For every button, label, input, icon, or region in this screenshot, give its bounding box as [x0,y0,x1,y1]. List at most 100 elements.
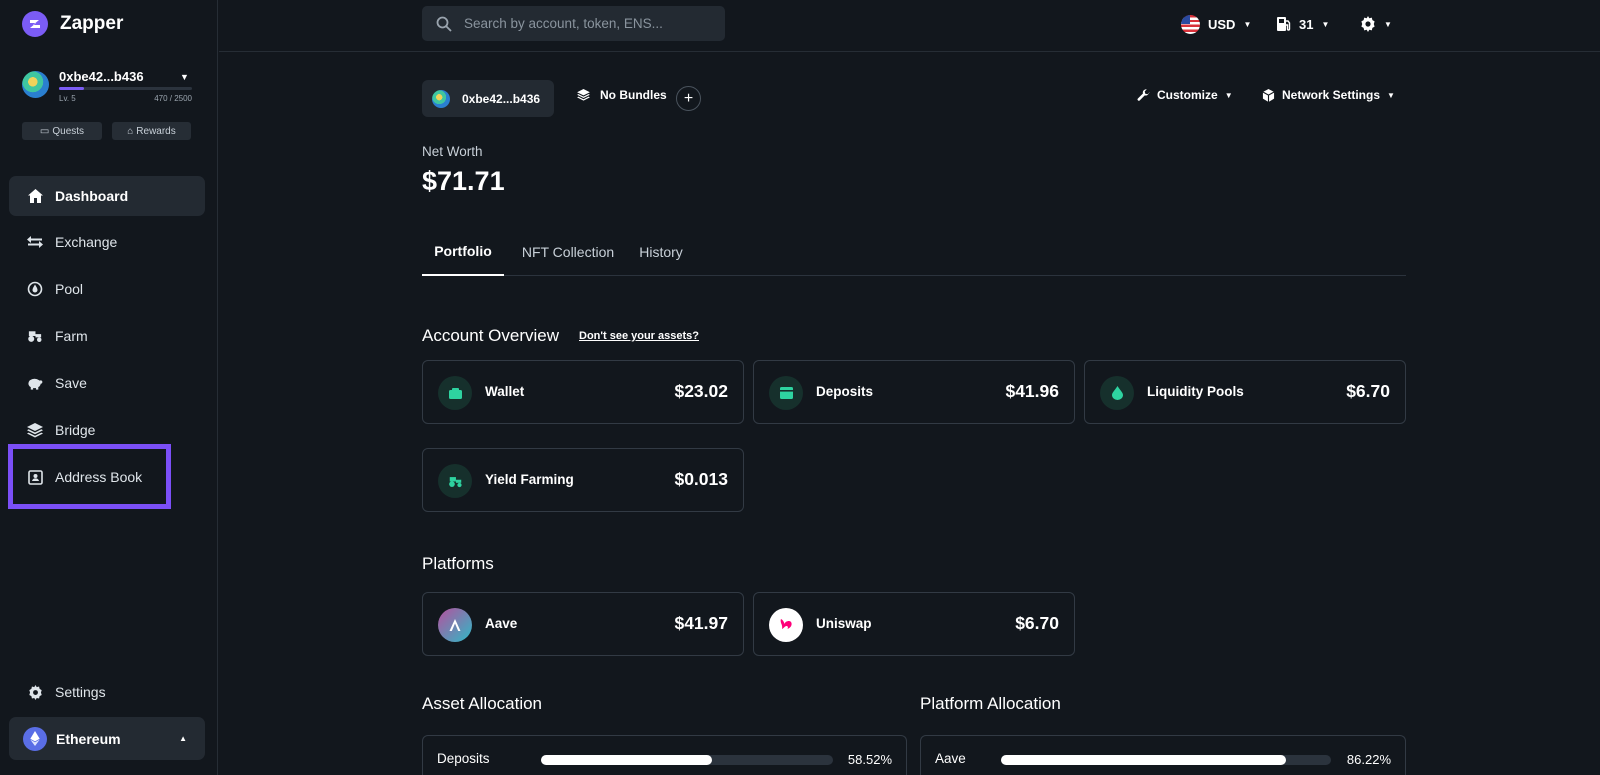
wallet-icon [438,376,472,410]
card-value: $23.02 [674,381,728,401]
gear-icon [27,684,43,700]
card-value: $6.70 [1015,613,1059,633]
allocation-bar [541,755,833,765]
chevron-up-icon: ▲ [179,734,187,743]
allocation-bar [1001,755,1331,765]
add-bundle-button[interactable]: + [676,86,701,111]
chevron-down-icon: ▼ [1387,90,1395,100]
sidebar-item-pool[interactable]: Pool [9,269,205,309]
allocation-percent: 86.22% [1346,752,1391,767]
bundles-selector[interactable]: No Bundles [577,88,667,102]
currency-selector[interactable]: USD ▼ [1181,12,1251,36]
tab-nft-collection[interactable]: NFT Collection [518,228,618,276]
sidebar-item-label: Dashboard [55,188,129,204]
sidebar-item-label: Exchange [55,234,118,250]
swap-arrows-icon [27,234,43,250]
sidebar: Zapper 0xbe42...b436 ▼ Lv. 5 470 / 2500 … [0,0,218,775]
overview-card-liquidity-pools[interactable]: Liquidity Pools $6.70 [1084,360,1406,424]
gas-price-selector[interactable]: 31 ▼ [1276,12,1329,36]
gear-icon [1360,16,1376,32]
search-input[interactable]: Search by account, token, ENS... [464,16,663,31]
gas-price: 31 [1299,16,1314,32]
sidebar-item-label: Farm [55,328,88,344]
piggy-bank-icon [27,375,43,391]
search-bar[interactable]: Search by account, token, ENS... [422,6,725,41]
network-settings-label: Network Settings [1282,88,1381,102]
overview-card-deposits[interactable]: Deposits $41.96 [753,360,1075,424]
overview-card-yield-farming[interactable]: Yield Farming $0.013 [422,448,744,512]
tab-history[interactable]: History [635,228,687,276]
overview-card-wallet[interactable]: Wallet $23.02 [422,360,744,424]
home-icon [27,188,43,204]
currency-label: USD [1208,16,1236,32]
wallet-chip-address: 0xbe42...b436 [462,91,541,106]
tab-portfolio[interactable]: Portfolio [422,228,504,276]
card-value: $41.97 [674,613,728,633]
sidebar-item-dashboard[interactable]: Dashboard [9,176,205,216]
platform-card-uniswap[interactable]: Uniswap $6.70 [753,592,1075,656]
allocation-bar-fill [541,755,712,765]
account-level: Lv. 5 [59,94,76,103]
card-value: $6.70 [1346,381,1390,401]
card-value: $41.96 [1005,381,1059,401]
platform-allocation-title: Platform Allocation [920,694,1061,713]
net-worth-label: Net Worth [422,144,483,159]
tractor-icon [438,464,472,498]
asset-allocation-title: Asset Allocation [422,694,543,713]
card-label: Aave [485,616,518,631]
bundles-label: No Bundles [600,88,667,102]
platform-card-aave[interactable]: Aave $41.97 [422,592,744,656]
sidebar-item-label: Settings [55,684,106,700]
sidebar-item-label: Bridge [55,422,96,438]
platform-allocation-card: Aave 86.22% [920,735,1406,775]
us-flag-icon [1181,14,1200,34]
card-label: Deposits [816,384,874,399]
topbar: Search by account, token, ENS... USD ▼ 3… [219,0,1600,52]
cube-icon [1262,88,1275,102]
portfolio-tabs: Portfolio NFT Collection History [422,228,1406,276]
layers-icon [27,422,43,438]
network-settings-button[interactable]: Network Settings ▼ [1262,88,1395,102]
chevron-down-icon: ▼ [1321,19,1330,29]
sidebar-item-exchange[interactable]: Exchange [9,222,205,262]
allocation-label: Deposits [437,751,490,766]
customize-label: Customize [1157,88,1218,102]
sidebar-item-settings[interactable]: Settings [9,672,205,712]
asset-allocation-card: Deposits 58.52% [422,735,907,775]
allocation-percent: 58.52% [847,752,892,767]
sidebar-item-save[interactable]: Save [9,363,205,403]
avatar [432,89,450,108]
rewards-label: Rewards [136,125,176,137]
brand-name: Zapper [60,13,124,34]
plus-icon: + [683,89,694,107]
gift-icon: ⌂ [127,125,134,137]
platforms-title: Platforms [422,554,494,573]
account-overview-title: Account Overview [422,326,559,345]
wallet-chip[interactable]: 0xbe42...b436 [422,80,554,117]
settings-menu-button[interactable]: ▼ [1360,12,1392,36]
net-worth-value: $71.71 [422,166,505,196]
wrench-icon [1137,88,1150,102]
address-book-highlight-box [8,444,171,509]
quests-button[interactable]: ▭ Quests [22,122,102,140]
fuel-pump-icon [1276,16,1291,32]
customize-button[interactable]: Customize ▼ [1137,88,1233,102]
uniswap-logo-icon [769,608,803,642]
account-xp: 470 / 2500 [154,94,192,103]
allocation-label: Aave [935,751,966,766]
card-label: Uniswap [816,616,872,631]
drop-icon [1100,376,1134,410]
aave-logo-icon [438,608,472,642]
search-icon [436,16,452,32]
brand[interactable]: Zapper [22,11,123,37]
rewards-button[interactable]: ⌂ Rewards [112,122,191,140]
sidebar-item-label: Save [55,375,87,391]
sidebar-item-farm[interactable]: Farm [9,316,205,356]
network-selector[interactable]: Ethereum ▲ [9,717,205,760]
dont-see-assets-link[interactable]: Don't see your assets? [579,330,699,342]
chevron-down-icon: ▼ [1384,19,1392,29]
account-switcher[interactable]: 0xbe42...b436 ▼ Lv. 5 470 / 2500 [22,68,192,106]
bank-icon [769,376,803,410]
zapper-logo-icon [22,11,48,37]
layers-icon [577,89,590,101]
